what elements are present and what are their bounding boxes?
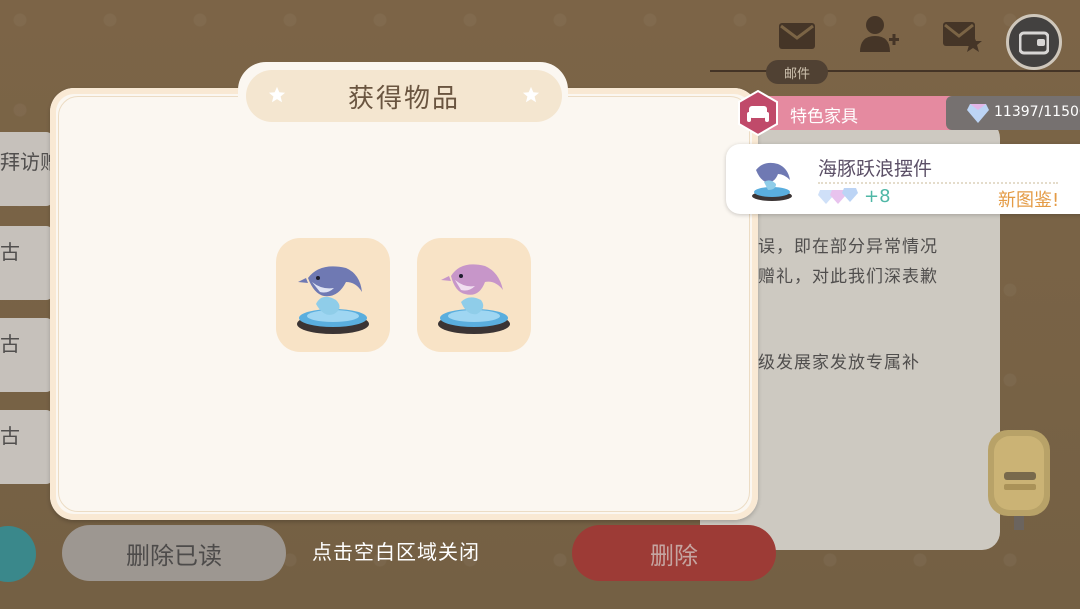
category-label: 特色家具 bbox=[790, 107, 858, 127]
star-icon bbox=[522, 86, 540, 104]
collection-count: 11397/11500 bbox=[994, 104, 1080, 120]
close-hint: 点击空白区域关闭 bbox=[312, 540, 480, 564]
dialog-border bbox=[58, 96, 750, 512]
new-item-name: 海豚跃浪摆件 bbox=[818, 158, 933, 180]
dolphin-ornament-icon bbox=[748, 154, 796, 204]
divider bbox=[818, 182, 1058, 184]
gem-icon bbox=[818, 186, 860, 206]
dialog-title: 获得物品 bbox=[347, 83, 460, 114]
furniture-category-icon bbox=[737, 89, 779, 137]
reward-item-dolphin-pink[interactable] bbox=[417, 238, 531, 352]
dialog-title-pill: 获得物品 bbox=[246, 70, 562, 122]
new-collection-badge: 新图鉴! bbox=[998, 190, 1060, 211]
star-icon bbox=[268, 86, 286, 104]
dolphin-ornament-icon bbox=[297, 266, 369, 334]
reward-item-dolphin-blue[interactable] bbox=[276, 238, 390, 352]
gem-icon bbox=[966, 102, 990, 124]
points-gained: +8 bbox=[864, 186, 891, 207]
dolphin-ornament-icon bbox=[438, 264, 510, 334]
